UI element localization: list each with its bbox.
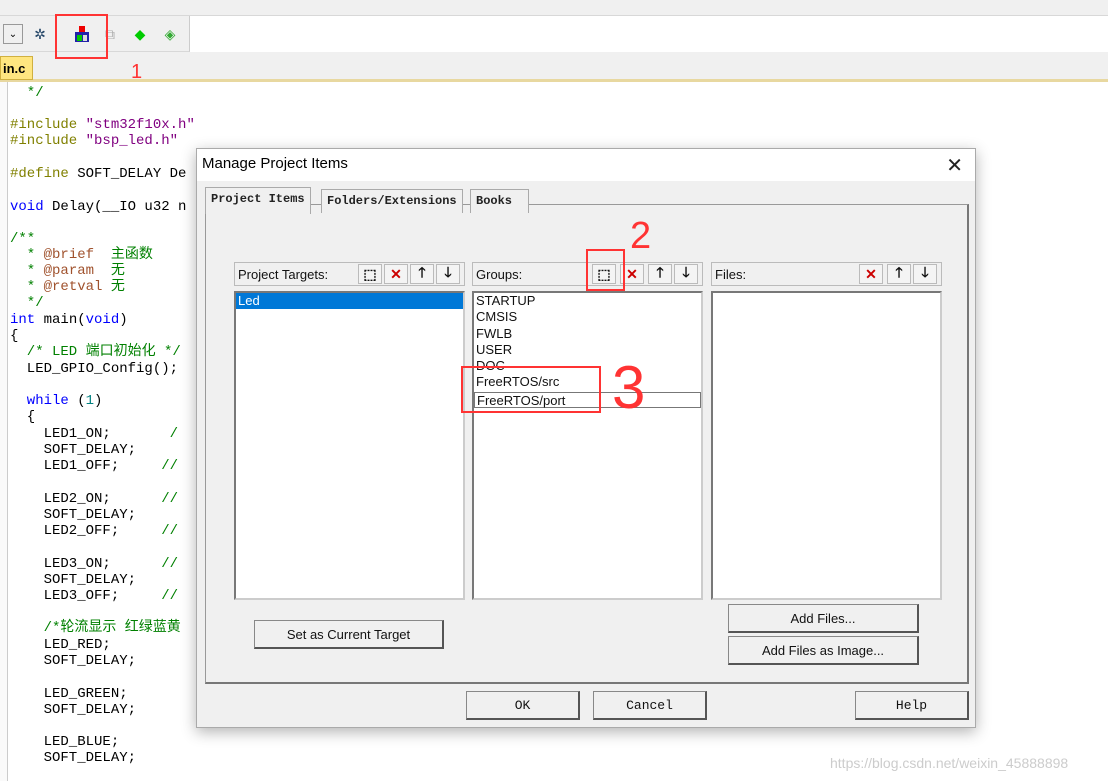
annotation-box-2 [586, 249, 625, 291]
annotation-label-1: 1 [131, 61, 142, 83]
annotation-box-1 [55, 14, 108, 59]
annotation-label-3: 3 [612, 354, 645, 421]
watermark: https://blog.csdn.net/weixin_45888898 [830, 755, 1069, 771]
annotation-overlay: 1 2 3 [55, 14, 651, 421]
annotation-label-2: 2 [630, 215, 651, 257]
tab-project-items[interactable]: Project Items [205, 187, 311, 214]
annotation-box-3 [461, 366, 601, 413]
